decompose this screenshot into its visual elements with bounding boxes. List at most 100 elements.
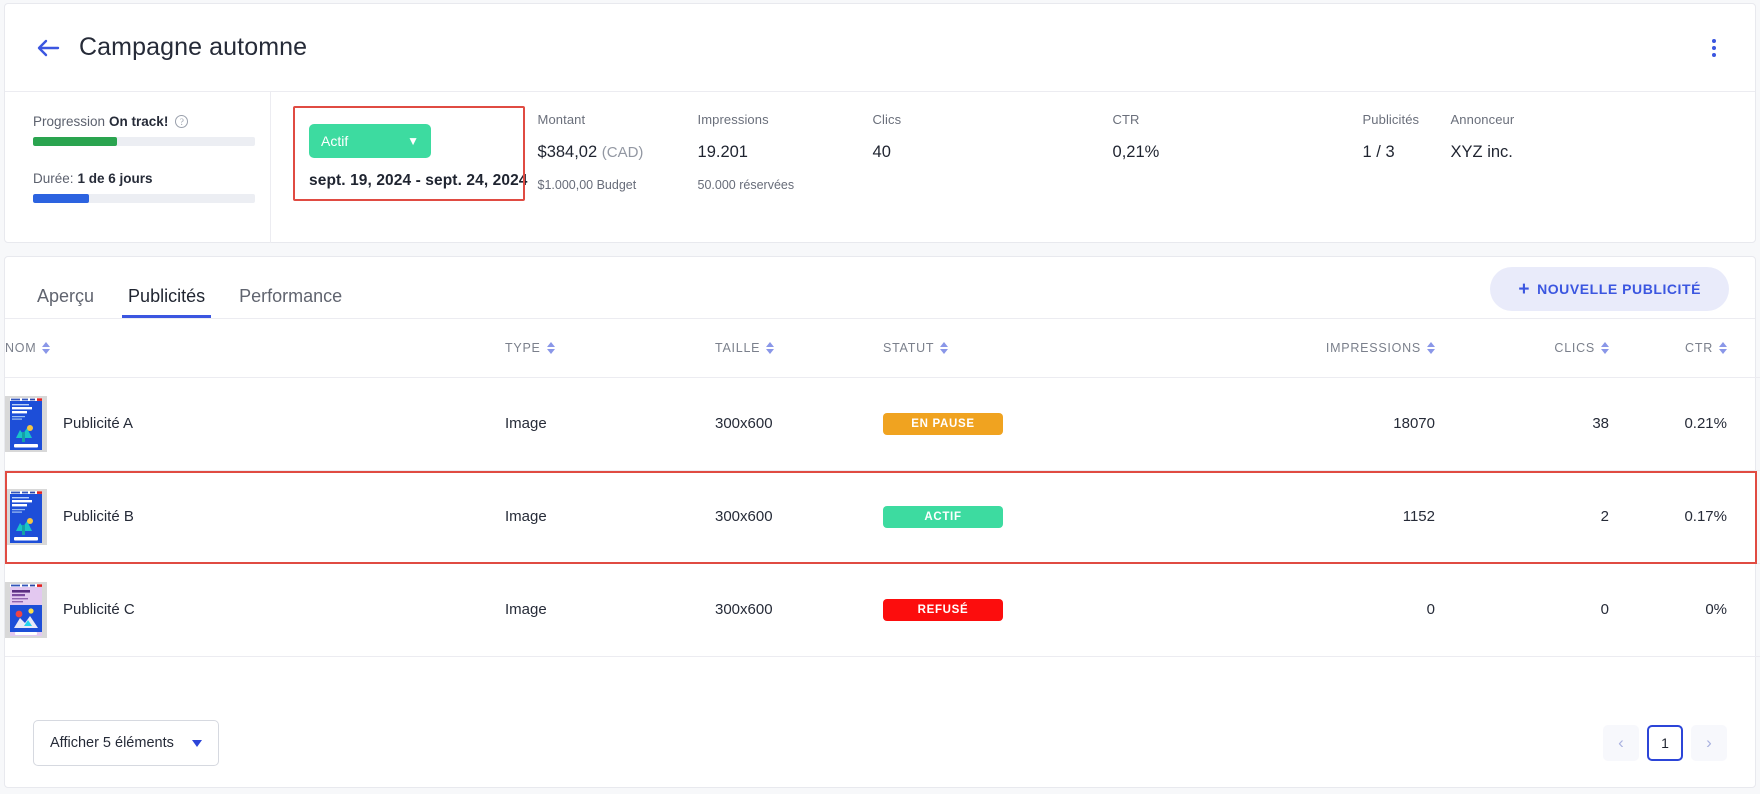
metric-value-main: 0,21% <box>1112 143 1160 161</box>
table-row[interactable]: Publicité C Image 300x600 REFUSÉ 0 0 0% <box>5 563 1760 657</box>
sort-arrows-icon[interactable] <box>940 341 949 354</box>
cell-taille: 300x600 <box>715 377 883 471</box>
cell-ctr: 0% <box>1633 563 1760 657</box>
ad-creative-thumbnail <box>5 581 47 638</box>
metric-clics: Clics 40 <box>873 108 1113 243</box>
status-badge: EN PAUSE <box>883 412 1003 435</box>
metric-sub: $1.000,00 Budget <box>537 178 637 192</box>
tab-performance[interactable]: Performance <box>233 287 348 318</box>
metric-label: Annonceur <box>1450 112 1515 127</box>
column-label: TAILLE <box>715 340 761 355</box>
cell-nom: Publicité C <box>5 563 505 657</box>
tab-publicites[interactable]: Publicités <box>122 287 212 318</box>
metric-value: XYZ inc. <box>1451 143 1611 162</box>
page-number-1[interactable]: 1 <box>1647 725 1683 761</box>
cell-impressions: 18070 <box>1189 377 1463 471</box>
column-label: TYPE <box>505 340 541 355</box>
kebab-menu-icon[interactable] <box>1701 35 1727 61</box>
column-header-clics[interactable]: CLICS <box>1463 319 1633 378</box>
status-badge: REFUSÉ <box>883 598 1003 621</box>
cell-clics: 2 <box>1463 470 1633 564</box>
column-header-statut[interactable]: STATUT <box>883 319 1189 378</box>
sort-arrows-icon[interactable] <box>1427 341 1435 354</box>
cell-type: Image <box>505 377 715 471</box>
campaign-date-range: sept. 19, 2024 - sept. 24, 2024 <box>309 172 528 189</box>
cell-clics: 0 <box>1463 563 1633 657</box>
metric-value-main: XYZ inc. <box>1450 143 1513 161</box>
column-header-ctr[interactable]: CTR <box>1633 319 1760 378</box>
duration-label-prefix: Durée: <box>33 171 74 186</box>
metric-ctr: CTR 0,21% <box>1113 108 1363 243</box>
campaign-status-dropdown[interactable]: Actif ▼ <box>309 124 431 158</box>
progress-block: Progression On track! ? Durée: 1 de 6 jo… <box>5 92 271 243</box>
cell-type: Image <box>505 470 715 564</box>
metric-value-main: $384,02 <box>537 143 598 161</box>
progression-bar <box>33 137 255 146</box>
metric-value: 0,21% <box>1113 143 1363 162</box>
column-label: CTR <box>1685 340 1713 355</box>
column-label: NOM <box>5 340 37 355</box>
progression-label-value: On track! <box>109 114 169 129</box>
column-header-type[interactable]: TYPE <box>505 319 715 378</box>
cell-taille: 300x600 <box>715 563 883 657</box>
cell-statut: ACTIF <box>883 470 1189 564</box>
metric-value: 1 / 3 <box>1363 143 1451 162</box>
metric-annonceur: Annonceur XYZ inc. <box>1451 108 1611 243</box>
help-circle-icon[interactable]: ? <box>175 115 189 128</box>
metric-publicites: Publicités 1 / 3 <box>1363 108 1451 243</box>
plus-icon: + <box>1518 278 1531 300</box>
sort-arrows-icon[interactable] <box>546 341 555 354</box>
metric-impressions: Impressions 19.201 50.000 réservées <box>698 108 873 243</box>
page-size-select[interactable]: Afficher 5 éléments <box>33 720 219 766</box>
metrics-list: Montant $384,02 (CAD) $1.000,00 Budget I… <box>538 92 1755 243</box>
metric-value-main: 40 <box>872 143 891 161</box>
cell-impressions: 0 <box>1189 563 1463 657</box>
metric-montant: Montant $384,02 (CAD) $1.000,00 Budget <box>538 108 698 243</box>
tabs-bar: Aperçu Publicités Performance + NOUVELLE… <box>5 257 1755 319</box>
column-label: STATUT <box>883 340 935 355</box>
new-ad-button[interactable]: + NOUVELLE PUBLICITÉ <box>1490 267 1729 311</box>
progression-label-prefix: Progression <box>33 114 106 129</box>
tab-apercu[interactable]: Aperçu <box>31 287 100 318</box>
cell-statut: REFUSÉ <box>883 563 1189 657</box>
cell-clics: 38 <box>1463 377 1633 471</box>
sort-arrows-icon[interactable] <box>1719 341 1727 354</box>
ad-name: Publicité A <box>63 415 134 432</box>
next-page-button[interactable]: › <box>1691 725 1727 761</box>
ads-card: Aperçu Publicités Performance + NOUVELLE… <box>4 256 1760 788</box>
cell-taille: 300x600 <box>715 470 883 564</box>
progression-bar-fill <box>33 137 118 146</box>
cell-nom: Publicité B <box>5 470 505 564</box>
metric-sub: 50.000 réservées <box>697 178 795 192</box>
column-header-impressions[interactable]: IMPRESSIONS <box>1189 319 1463 378</box>
column-label: IMPRESSIONS <box>1325 340 1421 355</box>
column-header-taille[interactable]: TAILLE <box>715 319 883 378</box>
prev-page-button[interactable]: ‹ <box>1603 725 1639 761</box>
cell-ctr: 0.21% <box>1633 377 1760 471</box>
duration-label-value: 1 de 6 jours <box>77 171 153 186</box>
caret-down-icon <box>192 739 202 747</box>
column-label: CLICS <box>1554 340 1595 355</box>
page-title: Campagne automne <box>79 33 308 61</box>
arrow-left-icon[interactable] <box>31 31 65 65</box>
campaign-status-label: Actif <box>321 133 349 149</box>
new-ad-button-label: NOUVELLE PUBLICITÉ <box>1537 281 1701 297</box>
metric-value-suffix: (CAD) <box>601 144 644 161</box>
cell-statut: EN PAUSE <box>883 377 1189 471</box>
metric-label: Publicités <box>1362 112 1420 127</box>
table-footer: Afficher 5 éléments ‹ 1 › <box>5 699 1755 787</box>
metric-value: $384,02 (CAD) <box>538 143 698 162</box>
ads-table: NOM TYPE TAILLE STATUT IMPRESSIONS CLICS… <box>5 319 1760 657</box>
status-date-block: Actif ▼ sept. 19, 2024 - sept. 24, 2024 <box>271 92 538 243</box>
sort-arrows-icon[interactable] <box>766 341 775 354</box>
table-row[interactable]: Publicité B Image 300x600 ACTIF 1152 2 0… <box>5 470 1760 564</box>
metric-label: Clics <box>872 112 902 127</box>
sort-arrows-icon[interactable] <box>42 341 51 354</box>
pagination: ‹ 1 › <box>1603 725 1727 761</box>
cell-impressions: 1152 <box>1189 470 1463 564</box>
campaign-stats-strip: Progression On track! ? Durée: 1 de 6 jo… <box>5 92 1755 243</box>
table-row[interactable]: Publicité A Image 300x600 EN PAUSE 18070… <box>5 377 1760 471</box>
column-header-nom[interactable]: NOM <box>5 319 505 378</box>
sort-arrows-icon[interactable] <box>1601 341 1609 354</box>
cell-ctr: 0.17% <box>1633 470 1760 564</box>
